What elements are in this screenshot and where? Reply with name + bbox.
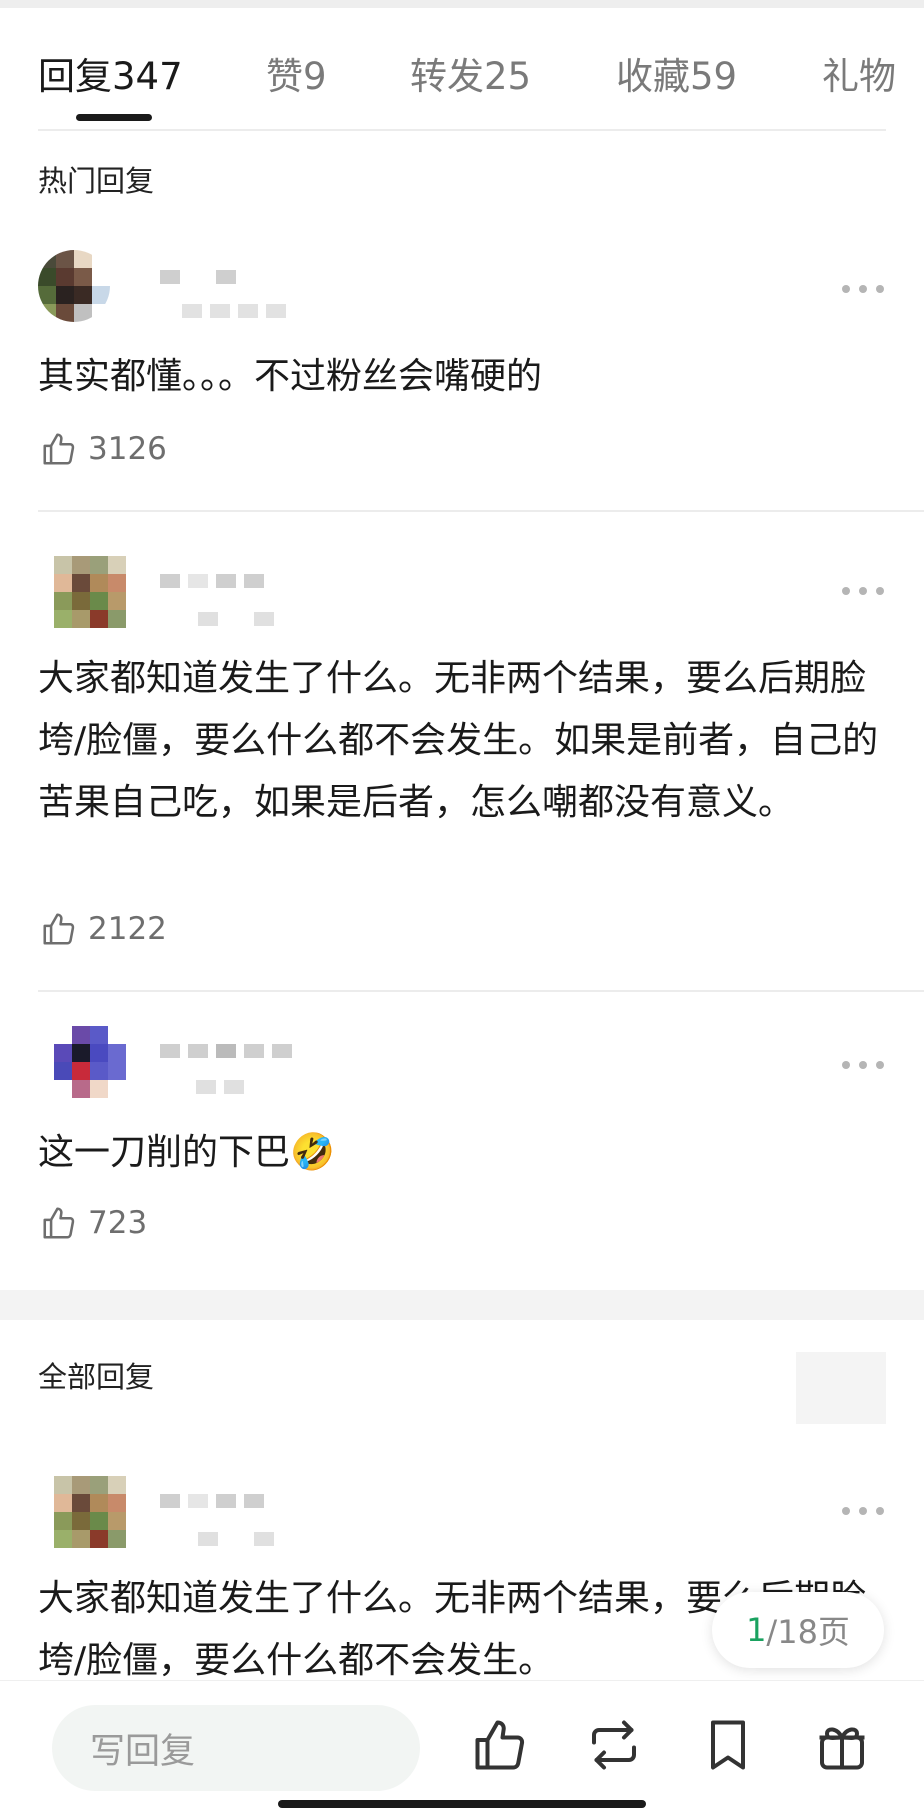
avatar[interactable] <box>38 250 110 322</box>
status-strip <box>0 0 924 8</box>
page-current: 1 <box>746 1611 767 1649</box>
more-dots-icon[interactable] <box>842 1504 884 1518</box>
bottom-action-bar: 写回复 <box>0 1680 924 1811</box>
thumb-up-icon <box>43 1207 75 1239</box>
tab-reposts[interactable]: 转发25 <box>410 46 531 100</box>
tab-reposts-label: 转发 <box>410 55 484 98</box>
reply-input[interactable]: 写回复 <box>52 1705 420 1791</box>
more-dots-icon[interactable] <box>842 1058 884 1072</box>
tab-replies-label: 回复 <box>38 55 112 98</box>
tab-gifts[interactable]: 礼物 <box>822 46 896 100</box>
tab-favorites-count: 59 <box>690 55 738 98</box>
avatar[interactable] <box>54 1476 126 1548</box>
all-replies-title: 全部回复 <box>38 1360 155 1394</box>
thumb-up-icon <box>43 913 75 945</box>
reply-placeholder: 写回复 <box>90 1731 196 1772</box>
avatar[interactable] <box>54 556 126 628</box>
tab-bar: 回复347 赞9 转发25 收藏59 礼物 <box>0 8 924 131</box>
username-blurred[interactable] <box>160 574 264 588</box>
like-count: 2122 <box>88 911 167 947</box>
tab-likes-count: 9 <box>303 55 327 98</box>
avatar[interactable] <box>54 1026 126 1098</box>
gift-icon[interactable] <box>812 1715 872 1775</box>
sort-button-blurred[interactable] <box>796 1352 886 1424</box>
like-button[interactable]: 723 <box>40 1204 147 1242</box>
like-button[interactable]: 2122 <box>40 910 167 948</box>
like-button[interactable]: 3126 <box>40 430 167 468</box>
meta-blurred <box>182 304 286 318</box>
home-indicator <box>278 1800 646 1808</box>
like-count: 3126 <box>88 431 167 467</box>
hot-replies-title: 热门回复 <box>38 164 155 198</box>
comment-divider <box>38 510 924 512</box>
comment-text: 其实都懂。。。不过粉丝会嘴硬的 <box>38 356 543 397</box>
username-blurred[interactable] <box>160 1044 292 1058</box>
tab-replies-count: 347 <box>112 55 183 98</box>
tab-favorites-label: 收藏 <box>616 55 690 98</box>
laughing-emoji: 🤣 <box>290 1132 335 1173</box>
section-separator <box>0 1290 924 1320</box>
meta-blurred <box>198 1532 274 1546</box>
username-blurred[interactable] <box>160 1494 264 1508</box>
page-total: /18页 <box>766 1613 850 1651</box>
meta-blurred <box>198 612 274 626</box>
active-tab-indicator <box>76 114 152 121</box>
more-dots-icon[interactable] <box>842 282 884 296</box>
tab-favorites[interactable]: 收藏59 <box>616 46 737 100</box>
bookmark-icon[interactable] <box>698 1715 758 1775</box>
like-count: 723 <box>88 1205 148 1241</box>
username-blurred[interactable] <box>160 270 236 284</box>
thumb-up-icon[interactable] <box>470 1715 530 1775</box>
tab-likes-label: 赞 <box>266 55 303 98</box>
tab-gifts-label: 礼物 <box>822 55 896 98</box>
meta-blurred <box>196 1080 244 1094</box>
thumb-up-icon <box>43 433 75 465</box>
tab-reposts-count: 25 <box>484 55 532 98</box>
more-dots-icon[interactable] <box>842 584 884 598</box>
comment-divider <box>38 990 924 992</box>
tab-likes[interactable]: 赞9 <box>266 46 327 100</box>
tab-replies[interactable]: 回复347 <box>38 46 183 100</box>
comment-text: 大家都知道发生了什么。无非两个结果，要么后期脸垮/脸僵，要么什么都不会发生。如果… <box>38 658 879 823</box>
comment-text: 这一刀削的下巴🤣 <box>38 1122 888 1184</box>
tabs-divider <box>38 129 886 131</box>
page-indicator[interactable]: 1/18页 <box>712 1592 884 1668</box>
repost-icon[interactable] <box>584 1715 644 1775</box>
comment-text-body: 这一刀削的下巴 <box>38 1132 291 1173</box>
